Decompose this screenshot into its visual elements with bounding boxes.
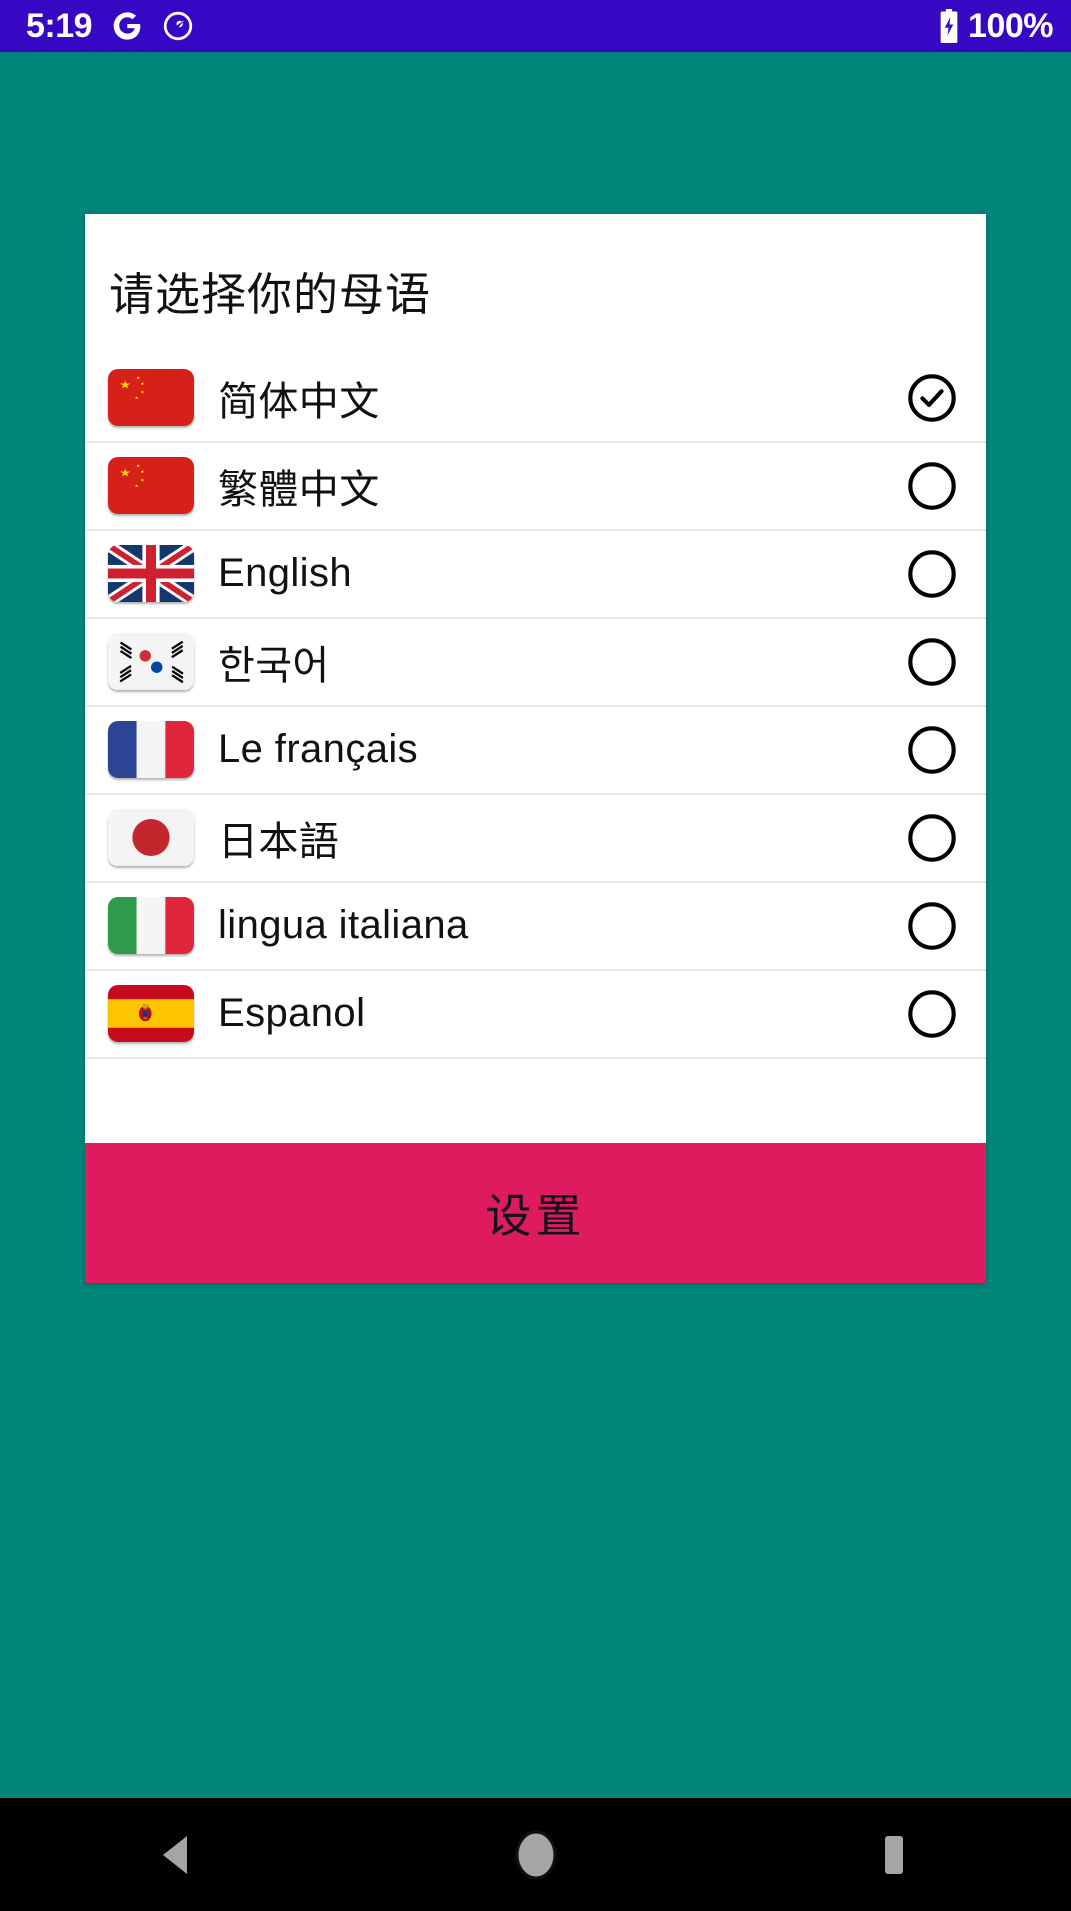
language-label: 简体中文 [218,379,380,424]
status-clock: 5:19 [26,7,93,45]
confirm-button[interactable]: 设置 [85,1142,986,1283]
dialog-title: 请选择你的母语 [109,269,432,320]
flag-es-icon [108,985,194,1043]
radio-unchecked-icon[interactable] [906,460,958,512]
back-button[interactable] [119,1798,239,1911]
flag-cn-icon [108,369,194,427]
status-bar-left: 5:19 [26,9,194,43]
flag-it-icon [108,897,194,955]
status-bar-right: 100% [936,9,1053,43]
language-list: 简体中文 繁體中文 English 한국어 Le français 日本語 li… [85,354,986,1143]
language-row[interactable]: 简体中文 [85,354,986,443]
flag-kr-icon [108,633,194,691]
flag-gb-icon [108,545,194,603]
list-empty-space [85,1058,986,1143]
language-label: 繁體中文 [218,467,380,512]
radio-unchecked-icon[interactable] [906,900,958,952]
language-row[interactable]: English [85,530,986,619]
radio-unchecked-icon[interactable] [906,724,958,776]
radio-unchecked-icon[interactable] [906,548,958,600]
triangle-left-icon [159,1833,199,1877]
language-label: Espanol [218,991,366,1036]
language-label: English [218,551,352,596]
battery-charging-icon [936,9,962,43]
compass-circle-icon [162,10,194,42]
circle-icon [512,1827,560,1883]
language-row[interactable]: Espanol [85,970,986,1059]
language-label: 日本語 [218,819,340,864]
language-label: Le français [218,727,419,772]
language-label: 한국어 [218,643,330,688]
battery-percent-label: 100% [968,7,1053,45]
radio-unchecked-icon[interactable] [906,988,958,1040]
language-label: lingua italiana [218,903,469,948]
language-row[interactable]: lingua italiana [85,882,986,971]
radio-unchecked-icon[interactable] [906,812,958,864]
radio-unchecked-icon[interactable] [906,636,958,688]
language-row[interactable]: 繁體中文 [85,442,986,531]
google-g-icon [110,9,144,43]
phone-screen: 5:19 100% 请选择你的母语 简体中文 繁體中文 English 한국어 … [0,0,1071,1911]
confirm-button-label: 设置 [485,1189,586,1242]
status-bar: 5:19 100% [0,0,1071,52]
language-row[interactable]: 한국어 [85,618,986,707]
recents-button[interactable] [833,1798,953,1911]
home-button[interactable] [476,1798,596,1911]
flag-jp-icon [108,809,194,867]
flag-fr-icon [108,721,194,779]
radio-checked-icon[interactable] [906,372,958,424]
language-row[interactable]: Le français [85,706,986,795]
system-navigation-bar [0,1798,1071,1911]
language-dialog: 请选择你的母语 简体中文 繁體中文 English 한국어 Le françai… [85,214,986,1283]
language-row[interactable]: 日本語 [85,794,986,883]
square-icon [873,1831,913,1879]
flag-cn-icon [108,457,194,515]
